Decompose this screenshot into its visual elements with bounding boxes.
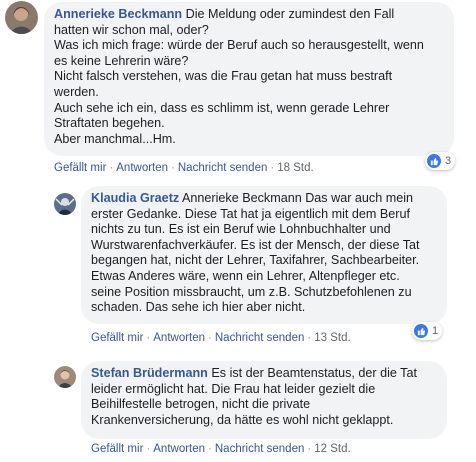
comment-text-line: erster Gedanke. Diese Tat hat ja eigentl…	[91, 206, 410, 221]
avatar-klaudia[interactable]	[54, 193, 76, 215]
comment-text-line: Was ich mich frage: würde der Beruf auch…	[54, 38, 424, 53]
message-link[interactable]: Nachricht senden	[215, 332, 305, 344]
timestamp[interactable]: 12 Std.	[314, 443, 350, 455]
comment-text-line: Annerieke Beckmann Das war auch mein	[182, 191, 413, 205]
reply-link[interactable]: Antworten	[116, 162, 168, 174]
timestamp[interactable]: 18 Std.	[277, 162, 313, 174]
like-link[interactable]: Gefällt mir	[91, 443, 143, 455]
comment-text-line: Auch sehe ich ein, dass es schlimm ist, …	[54, 100, 390, 115]
comment-text-line: Etwas Anderes wäre, wenn ein Lehrer, Alt…	[91, 268, 400, 283]
comment-text-line: Die Meldung oder zumindest den Fall	[185, 7, 395, 21]
comment-text-line: werden.	[54, 84, 99, 99]
comment-text-line: hatten wir schon mal, oder?	[54, 22, 209, 37]
comment-text-line: leider ermöglicht hat. Die Frau hat leid…	[91, 381, 376, 396]
comment-text-line: Es ist der Beamtenstatus, der die Tat	[211, 366, 417, 380]
like-link[interactable]: Gefällt mir	[54, 162, 106, 174]
comment-text-line: schaden. Das sehe ich hier aber nicht.	[91, 300, 306, 315]
comment-text-line: Krankenversicherung, da hätte es wohl ni…	[91, 412, 394, 427]
reaction-count: 3	[445, 155, 452, 167]
thumbs-up-icon	[414, 324, 428, 338]
like-link[interactable]: Gefällt mir	[91, 332, 143, 344]
comment-actions: Gefällt mir · Antworten · Nachricht senden · 1…	[91, 443, 351, 455]
comment-text-line: begangen hat, nicht der Lehrer, Taxifahr…	[91, 253, 420, 268]
message-link[interactable]: Nachricht senden	[215, 443, 305, 455]
comment-bubble: Klaudia Graetz Annerieke Beckmann Das wa…	[81, 186, 447, 324]
comment-bubble: Stefan Brüdermann Es ist der Beamtenstat…	[81, 361, 447, 439]
reaction-count-badge[interactable]: 3	[425, 152, 456, 170]
comment-text-line: Nicht falsch verstehen, was die Frau get…	[54, 69, 393, 84]
comment-text-line: Beihilfestelle betrogen, nicht die priva…	[91, 397, 311, 412]
comment-text-line: es keine Lehrerin wäre?	[54, 53, 189, 68]
thumbs-up-icon	[427, 154, 441, 168]
avatar-annerieke[interactable]	[5, 1, 38, 34]
comment-author[interactable]: Annerieke Beckmann	[54, 7, 182, 21]
comment-author[interactable]: Klaudia Graetz	[91, 191, 179, 205]
comment-text-line: Straftaten begehen.	[54, 116, 165, 131]
avatar-stefan[interactable]	[54, 366, 76, 388]
reply-link[interactable]: Antworten	[153, 332, 205, 344]
message-link[interactable]: Nachricht senden	[178, 162, 268, 174]
comment-text-line: nichts zu tun. Es ist ein Beruf wie Lohn…	[91, 222, 391, 237]
comment-author[interactable]: Stefan Brüdermann	[91, 366, 208, 380]
comment-text-line: seine Position missbraucht, um z.B. Schu…	[91, 284, 412, 299]
comment-text-line: Wurstwarenfachverkäufer. Es ist der Mens…	[91, 237, 420, 252]
comment-actions: Gefällt mir · Antworten · Nachricht senden · 1…	[91, 332, 351, 344]
comment-actions: Gefällt mir · Antworten · Nachricht senden · 1…	[54, 162, 314, 174]
reply-link[interactable]: Antworten	[153, 443, 205, 455]
timestamp[interactable]: 13 Std.	[314, 332, 350, 344]
reaction-count: 1	[432, 325, 439, 337]
comment-bubble: Annerieke Beckmann Die Meldung oder zumi…	[44, 2, 454, 156]
reaction-count-badge[interactable]: 1	[412, 322, 443, 340]
comment-text-line: Aber manchmal...Hm.	[54, 131, 176, 146]
